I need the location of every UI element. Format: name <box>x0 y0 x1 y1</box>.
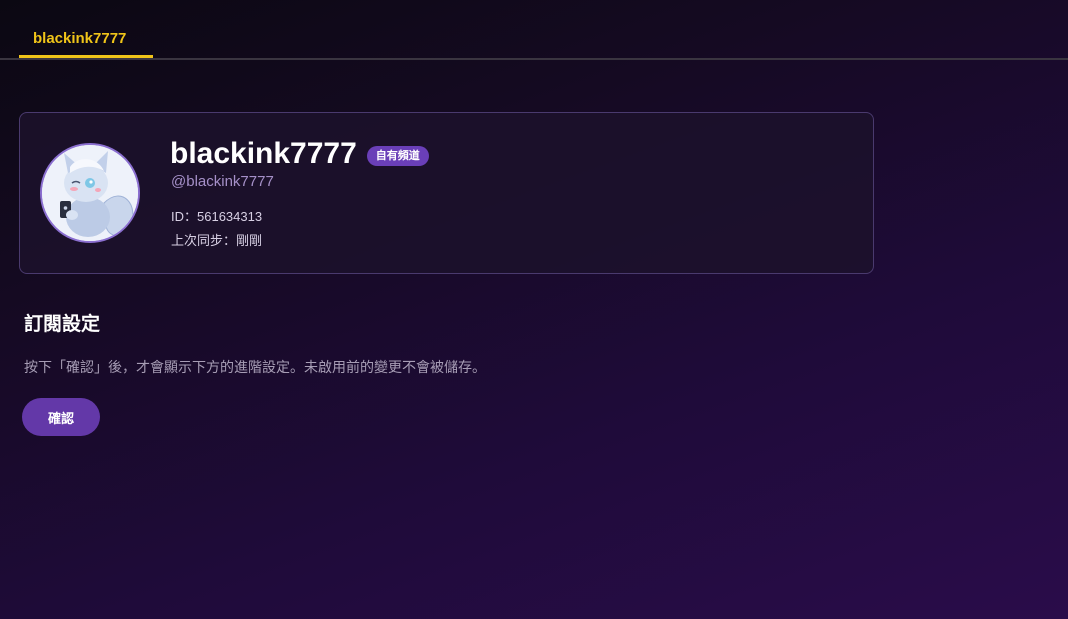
profile-card: blackink7777 自有頻道 @blackink7777 ID：56163… <box>19 112 874 274</box>
channel-handle: @blackink7777 <box>171 173 274 190</box>
cat-character-avatar-icon <box>42 145 138 241</box>
avatar <box>40 143 140 243</box>
tab-channel[interactable]: blackink7777 <box>19 20 153 58</box>
confirm-button[interactable]: 確認 <box>22 398 100 436</box>
owned-channel-badge: 自有頻道 <box>366 146 429 166</box>
display-name: blackink7777 <box>170 137 357 170</box>
subscription-settings-title: 訂閱設定 <box>24 314 101 335</box>
tab-bar: blackink7777 <box>0 0 1068 60</box>
channel-id: ID：561634313 <box>171 209 263 224</box>
subscription-settings-description: 按下「確認」後，才會顯示下方的進階設定。未啟用前的變更不會被儲存。 <box>24 359 486 375</box>
name-row: blackink7777 自有頻道 <box>170 135 429 173</box>
last-sync: 上次同步：剛剛 <box>171 233 263 248</box>
